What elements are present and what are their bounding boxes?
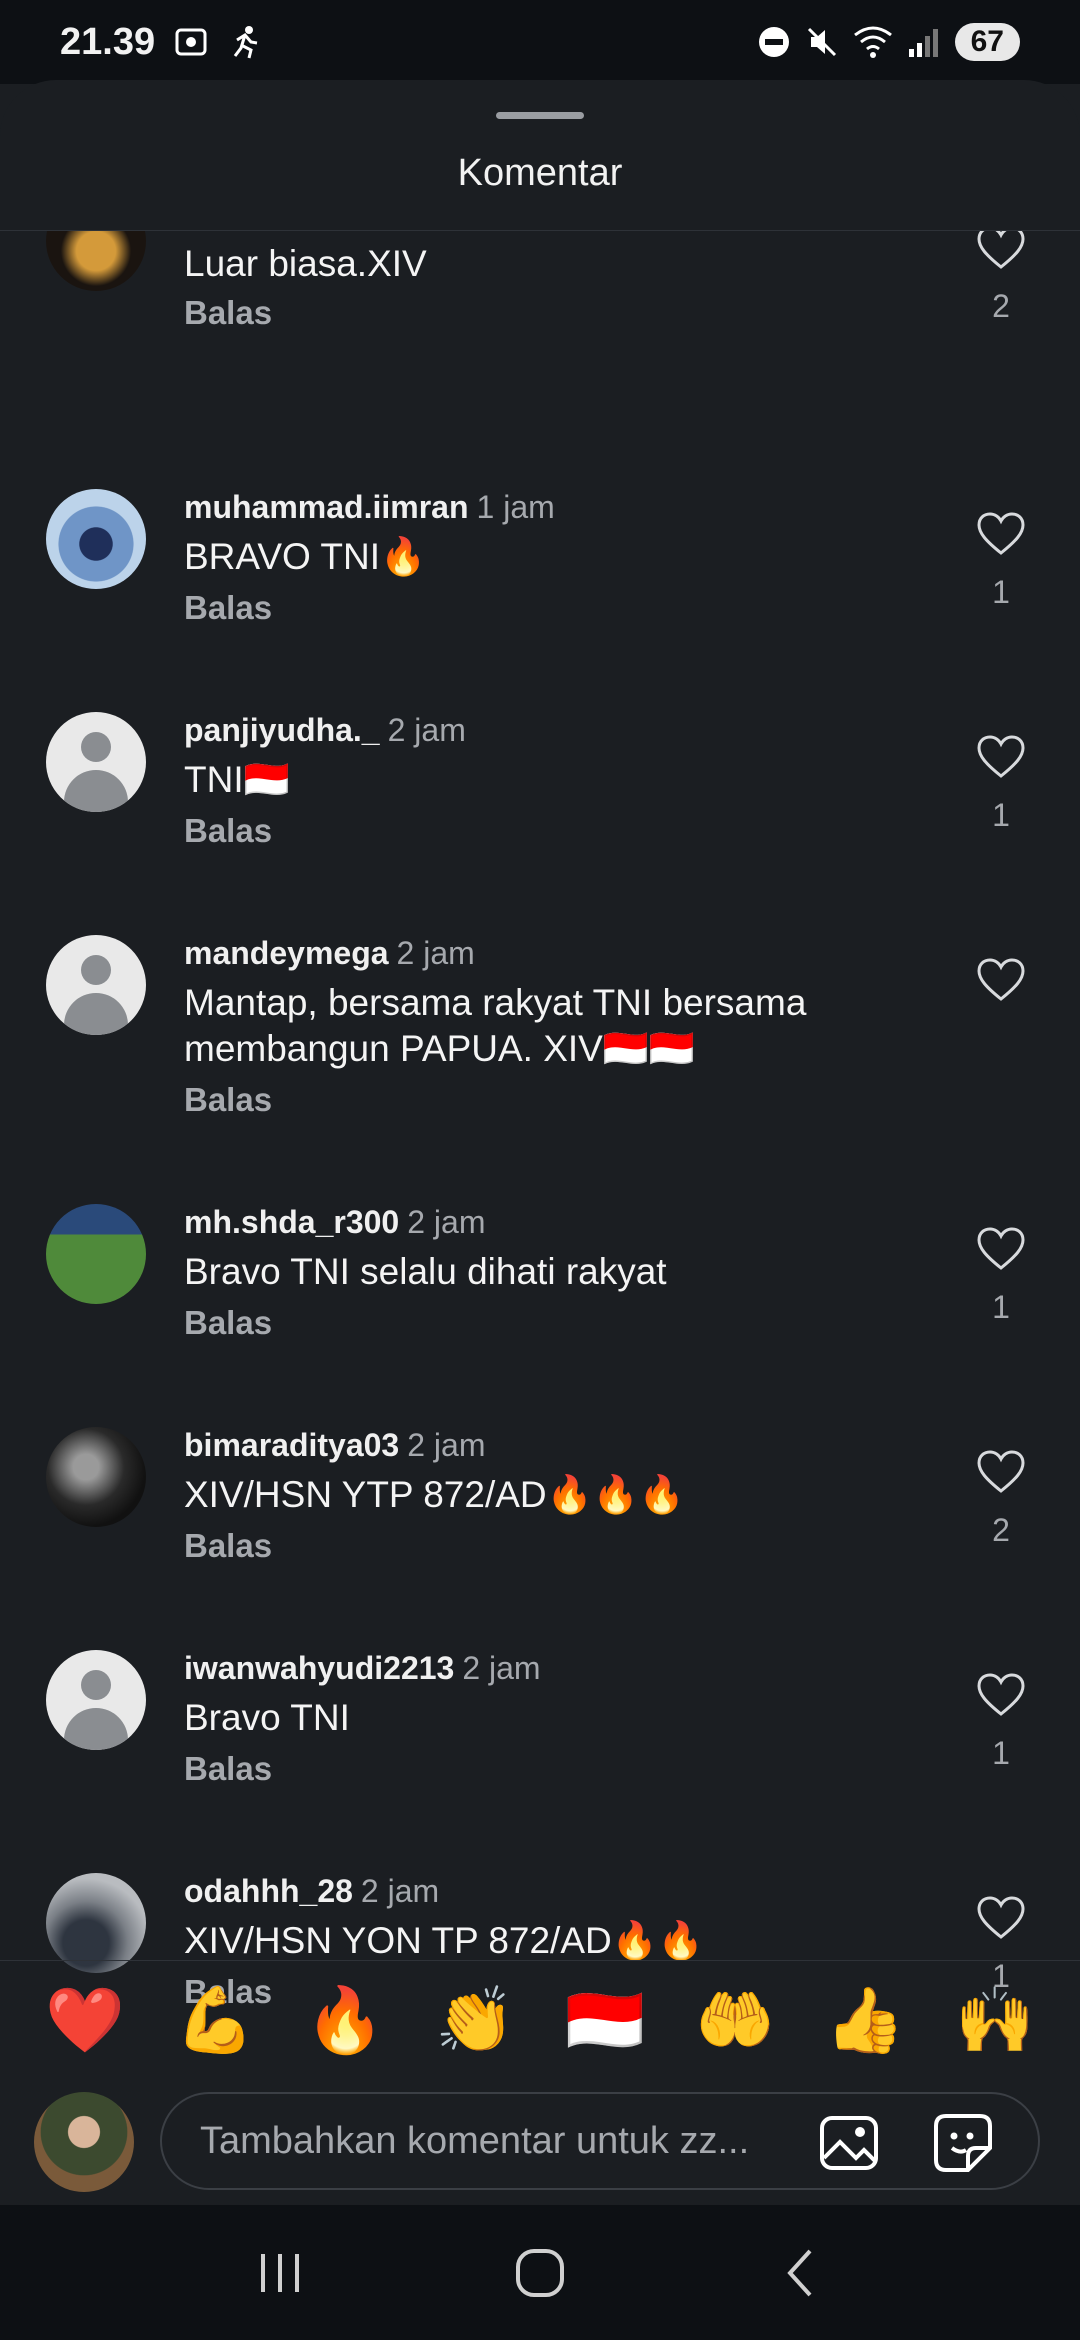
- comment-input-row: Tambahkan komentar untuk zz...: [0, 2080, 1080, 2205]
- username[interactable]: bimaraditya03: [184, 1427, 399, 1463]
- like-button[interactable]: 1: [970, 511, 1032, 611]
- like-button[interactable]: [970, 957, 1032, 1020]
- avatar[interactable]: [46, 935, 146, 1035]
- emoji-clap[interactable]: 👏: [435, 1983, 515, 2058]
- username[interactable]: odahhh_28: [184, 1873, 353, 1909]
- like-count: 2: [992, 1512, 1010, 1548]
- heart-icon: [977, 1227, 1025, 1270]
- timestamp: 2 jam: [396, 935, 475, 971]
- status-bar: 21.39 67: [0, 0, 1080, 84]
- comment-text: BRAVO TNI🔥: [184, 536, 427, 577]
- emoji-palms-up[interactable]: 🤲: [695, 1983, 775, 2058]
- timestamp: 2 jam: [387, 712, 466, 748]
- like-button[interactable]: 1: [970, 734, 1032, 834]
- emoji-raised-hands[interactable]: 🙌: [955, 1983, 1035, 2058]
- home-icon: [516, 2248, 564, 2297]
- quick-emoji-bar: ❤️ 💪 🔥 👏 🇮🇩 🤲 👍 🙌: [0, 1960, 1080, 2080]
- recent-apps-button[interactable]: [240, 2233, 320, 2313]
- mute-icon: [807, 27, 836, 57]
- username[interactable]: iwanwahyudi2213: [184, 1650, 454, 1686]
- comment-text: Luar biasa.XIV: [184, 243, 427, 284]
- reply-button[interactable]: Balas: [184, 812, 272, 850]
- like-button[interactable]: 2: [970, 231, 1032, 325]
- heart-icon: [977, 1673, 1025, 1716]
- comment-input[interactable]: Tambahkan komentar untuk zz...: [160, 2092, 1040, 2190]
- like-button[interactable]: 1: [970, 1226, 1032, 1326]
- heart-icon: [977, 512, 1025, 555]
- avatar[interactable]: [46, 712, 146, 812]
- timestamp: 2 jam: [407, 1427, 486, 1463]
- comment-text: Bravo TNI: [184, 1697, 350, 1738]
- recent-apps-icon: [261, 2253, 299, 2292]
- heart-icon: [977, 735, 1025, 778]
- back-icon: [787, 2249, 812, 2296]
- avatar[interactable]: [46, 1650, 146, 1750]
- comment-input-placeholder: Tambahkan komentar untuk zz...: [200, 2120, 750, 2162]
- battery-indicator: 67: [954, 23, 1020, 61]
- username[interactable]: mandeymega: [184, 935, 389, 971]
- avatar[interactable]: [46, 1873, 146, 1973]
- like-button[interactable]: 2: [970, 1449, 1032, 1549]
- comment-text: XIV/HSN YON TP 872/AD🔥🔥: [184, 1920, 704, 1961]
- reply-button[interactable]: Balas: [184, 1304, 272, 1342]
- system-navigation-bar: [0, 2205, 1080, 2340]
- like-button[interactable]: 1: [970, 1672, 1032, 1772]
- reply-button[interactable]: Balas: [184, 1527, 272, 1565]
- comment-text: TNI🇮🇩: [184, 759, 290, 800]
- image-icon[interactable]: [818, 2112, 880, 2174]
- reply-button[interactable]: Balas: [184, 589, 272, 627]
- heart-icon: [977, 1450, 1025, 1493]
- avatar[interactable]: [46, 231, 146, 291]
- username[interactable]: muhammad.iimran: [184, 489, 469, 525]
- avatar[interactable]: [46, 489, 146, 589]
- sticker-icon[interactable]: [932, 2112, 994, 2174]
- timestamp: 2 jam: [462, 1650, 541, 1686]
- emoji-fire[interactable]: 🔥: [305, 1983, 385, 2058]
- like-count: 1: [992, 1289, 1010, 1325]
- username[interactable]: panjiyudha._: [184, 712, 380, 748]
- like-count: 2: [992, 288, 1010, 324]
- like-count: 1: [992, 574, 1010, 610]
- signal-icon: [908, 29, 938, 57]
- avatar[interactable]: [46, 1204, 146, 1304]
- reply-button[interactable]: Balas: [184, 1750, 272, 1788]
- screen-record-icon: [175, 28, 207, 56]
- current-user-avatar: [34, 2092, 134, 2192]
- comment-list[interactable]: Luar biasa.XIV Balas 2 muhammad.iimran 1 …: [0, 231, 1080, 2036]
- comment-text: Mantap, bersama rakyat TNI bersama memba…: [184, 982, 807, 1069]
- like-count: 1: [992, 1735, 1010, 1771]
- emoji-thumbs-up[interactable]: 👍: [825, 1983, 905, 2058]
- wifi-icon: [853, 26, 892, 58]
- emoji-flag-indonesia[interactable]: 🇮🇩: [565, 1983, 645, 2058]
- drag-handle[interactable]: [496, 112, 584, 119]
- do-not-disturb-icon: [758, 27, 789, 57]
- heart-icon: [977, 231, 1025, 269]
- reply-button[interactable]: Balas: [184, 294, 272, 332]
- reply-button[interactable]: Balas: [184, 1081, 272, 1119]
- timestamp: 1 jam: [476, 489, 555, 525]
- timestamp: 2 jam: [360, 1873, 440, 1909]
- emoji-muscle[interactable]: 💪: [175, 1983, 255, 2058]
- emoji-heart[interactable]: ❤️: [45, 1983, 125, 2058]
- timestamp: 2 jam: [407, 1204, 486, 1240]
- back-button[interactable]: [760, 2233, 840, 2313]
- heart-icon: [977, 1896, 1025, 1939]
- comments-sheet: Komentar Luar biasa.XIV Balas 2 muhammad…: [0, 80, 1080, 2205]
- like-count: 1: [992, 797, 1010, 833]
- heart-icon: [977, 958, 1025, 1001]
- activity-icon: [233, 26, 258, 59]
- home-button[interactable]: [500, 2233, 580, 2313]
- username[interactable]: mh.shda_r300: [184, 1204, 399, 1240]
- avatar[interactable]: [46, 1427, 146, 1527]
- status-time: 21.39: [60, 20, 156, 63]
- comment-text: Bravo TNI selalu dihati rakyat: [184, 1251, 667, 1292]
- comment-text: XIV/HSN YTP 872/AD🔥🔥🔥: [184, 1474, 685, 1515]
- sheet-title: Komentar: [457, 152, 623, 194]
